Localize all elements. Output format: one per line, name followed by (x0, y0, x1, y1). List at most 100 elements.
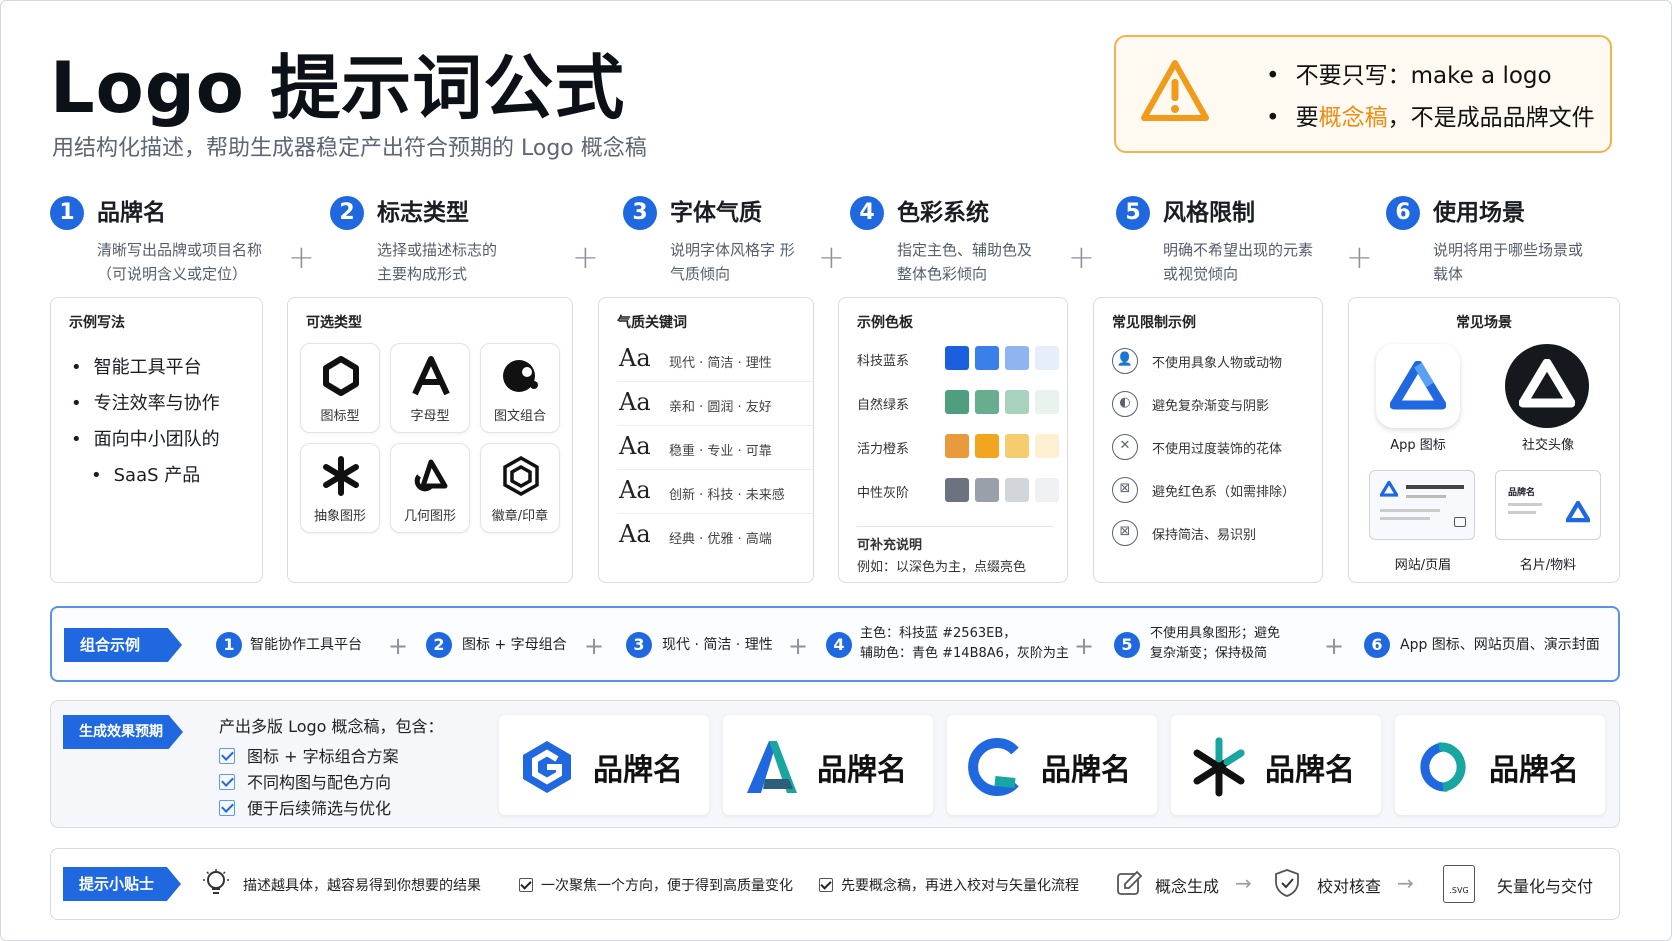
card-logo-types: 可选类型 图标型 字母型 图文组合 抽象图形 几何图形 徽章/印章 (287, 297, 573, 583)
plus-sign: + (288, 238, 315, 276)
warning-icon (1141, 60, 1209, 121)
color-swatch (1035, 390, 1059, 414)
color-swatch (1035, 478, 1059, 502)
step-description: 清晰写出品牌或项目名称 （可说明含义或定位） (97, 241, 263, 283)
step-number: 3 (623, 196, 657, 230)
logo-concept-card[interactable]: 品牌名 (1395, 715, 1605, 815)
type-tile-icon[interactable]: 图标型 (300, 343, 380, 433)
plus-sign: + (388, 632, 409, 660)
plus-sign: + (1346, 238, 1373, 276)
type-tile-geometric[interactable]: 几何图形 (390, 443, 470, 533)
tile-label: 字母型 (410, 409, 450, 424)
type-tile-letter[interactable]: 字母型 (390, 343, 470, 433)
step-description: 指定主色、辅助色及 整体色彩倾向 (897, 241, 1033, 283)
combo-tag: 组合示例 (64, 628, 182, 662)
check-item: 图标 + 字标组合方案 (219, 743, 399, 767)
page-title: Logo 提示词公式 (50, 47, 626, 129)
card-example: 示例写法 智能工具平台 专注效率与协作 面向中小团队的 SaaS 产品 (50, 297, 263, 583)
tip-text: 描述越具体，越容易得到你想要的结果 (243, 878, 481, 894)
link-mark-logo-icon (1420, 742, 1466, 792)
plus-sign: + (1074, 632, 1095, 660)
step-title: 色彩系统 (897, 200, 989, 226)
step-description: 说明将用于哪些场景或 载体 (1433, 241, 1584, 283)
combo-number: 1 (216, 632, 242, 658)
color-swatch (975, 390, 999, 414)
typeface-row: Aa 现代 · 简洁 · 理性 (617, 338, 813, 382)
typeface-row: Aa 经典 · 优雅 · 高端 (619, 520, 772, 548)
logo-concept-card[interactable]: 品牌名 (723, 715, 933, 815)
tile-label: 图标型 (320, 409, 360, 424)
typeface-row: Aa 稳重 · 专业 · 可靠 (617, 426, 813, 470)
type-tile-badge[interactable]: 徽章/印章 (480, 443, 560, 533)
geometric-loop-icon (414, 459, 448, 492)
check-item: 不同构图与配色方向 (219, 769, 391, 793)
mini-logo-icon (1566, 501, 1590, 523)
type-tile-combo[interactable]: 图文组合 (480, 343, 560, 433)
gradient-icon: ◐ (1112, 391, 1138, 417)
combo-mark-icon (503, 360, 538, 392)
typeface-row: Aa 创新 · 科技 · 未来感 (617, 470, 813, 514)
color-swatch (1005, 434, 1029, 458)
logo-concept-card[interactable]: 品牌名 (499, 715, 709, 815)
card-scenes: 常见场景 App 图标 社交头像 网站/页眉 品牌名 名片/物料 (1348, 297, 1620, 583)
combo-number: 3 (626, 632, 652, 658)
tips-bar: 提示小贴士 描述越具体，越容易得到你想要的结果 一次聚焦一个方向，便于得到高质量… (50, 848, 1620, 920)
plus-sign: + (788, 632, 809, 660)
step-title: 标志类型 (377, 200, 469, 226)
card-typeface: 气质关键词 Aa 现代 · 简洁 · 理性 Aa 亲和 · 圆润 · 友好 Aa 稳重… (598, 297, 814, 583)
step-description: 选择或描述标志的 主要构成形式 (377, 241, 498, 283)
plus-sign: + (572, 238, 599, 276)
flow-step: 概念生成 (1155, 877, 1220, 896)
combo-text: App 图标、网站页眉、演示封面 (1400, 637, 1600, 653)
step-title: 字体气质 (670, 200, 762, 226)
color-swatch (945, 478, 969, 502)
check-item: 便于后续筛选与优化 (219, 795, 391, 819)
step-title: 风格限制 (1163, 200, 1255, 226)
a-mark-logo-icon (747, 741, 797, 793)
step-number: 4 (850, 196, 884, 230)
combo-number: 2 (426, 632, 452, 658)
color-swatch (1035, 346, 1059, 370)
badge-icon (503, 456, 539, 496)
list-item: 专注效率与协作 (71, 386, 220, 422)
color-swatch (1035, 434, 1059, 458)
combo-number: 5 (1114, 632, 1140, 658)
plus-sign: + (1068, 238, 1095, 276)
type-tile-abstract[interactable]: 抽象图形 (300, 443, 380, 533)
generation-tag: 生成效果预期 (63, 715, 183, 749)
tips-tag: 提示小贴士 (63, 867, 181, 901)
color-swatch (945, 346, 969, 370)
combo-number: 4 (826, 632, 852, 658)
combo-example-bar: 组合示例 1 智能协作工具平台 + 2 图标 + 字母组合 + 3 现代 · 简… (50, 606, 1620, 682)
generation-intro: 产出多版 Logo 概念稿，包含： (219, 717, 444, 736)
card-title: 示例写法 (69, 315, 125, 331)
svg-file-icon: .SVG (1443, 865, 1475, 903)
color-swatch (975, 346, 999, 370)
logo-concept-card[interactable]: 品牌名 (1171, 715, 1381, 815)
color-swatch (1005, 390, 1029, 414)
combo-text: 主色：科技蓝 #2563EB， 辅助色：青色 #14B8A6，灰阶为主 (860, 626, 1069, 661)
tile-label: 抽象图形 (313, 509, 366, 524)
scene-app-icon (1376, 344, 1460, 428)
hexagon-icon (323, 356, 359, 396)
flow-step: 校对核查 (1317, 877, 1382, 896)
arrow-right-icon: → (1397, 871, 1414, 895)
scene-label: 社交头像 (1521, 438, 1574, 453)
color-swatch (945, 434, 969, 458)
card-title: 气质关键词 (617, 315, 687, 331)
step-number: 5 (1116, 196, 1150, 230)
logo-concept-card[interactable]: 品牌名 (947, 715, 1157, 815)
step-number: 2 (330, 196, 364, 230)
color-swatch (975, 434, 999, 458)
list-item: SaaS 产品 (71, 458, 220, 494)
warning-box: 不要只写：make a logo 要概念稿，不是成品品牌文件 (1114, 35, 1612, 153)
color-swatch (945, 390, 969, 414)
step-title: 品牌名 (97, 200, 166, 226)
letter-a-icon (412, 356, 450, 396)
typeface-row: Aa 亲和 · 圆润 · 友好 (617, 382, 813, 426)
pencil-icon (1117, 870, 1143, 895)
card-title: 常见限制示例 (1112, 315, 1196, 331)
step-title: 使用场景 (1433, 200, 1525, 226)
flow-step: 矢量化与交付 (1497, 877, 1594, 896)
tip-text: 先要概念稿，再进入校对与矢量化流程 (819, 875, 1079, 895)
